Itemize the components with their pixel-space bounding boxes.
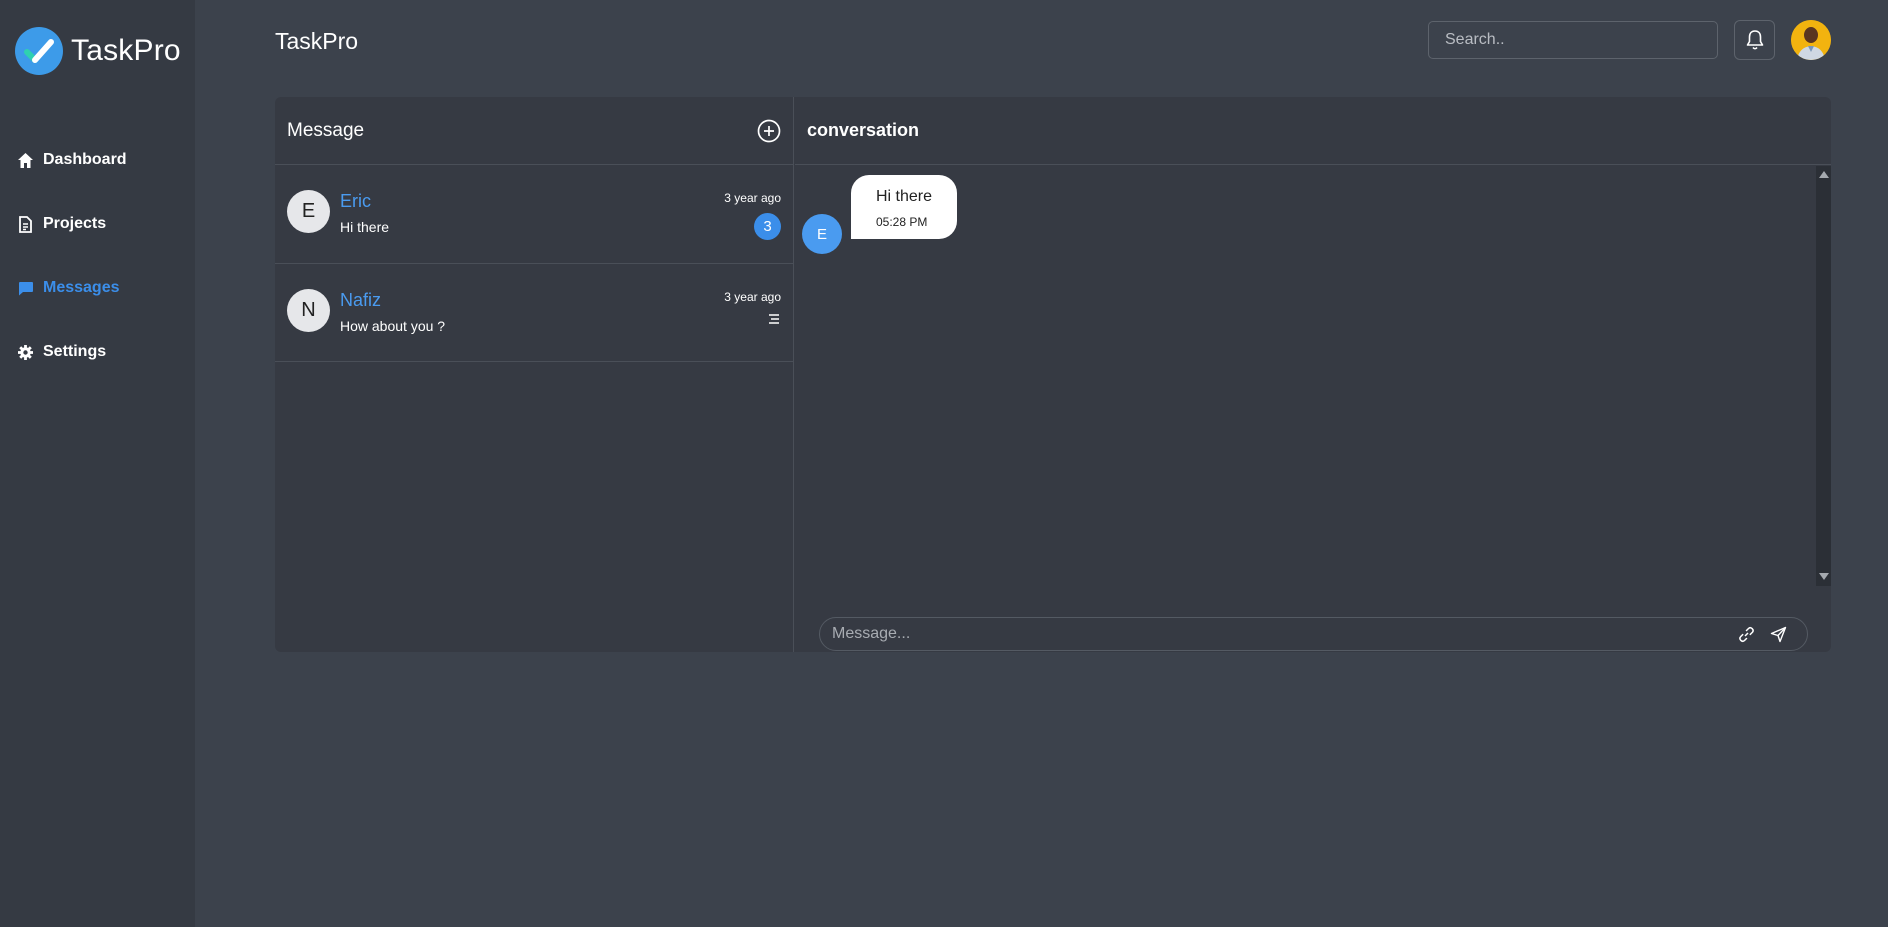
message-timestamp: 05:28 PM [876, 215, 928, 229]
contact-avatar: E [287, 190, 330, 233]
sidebar-nav: Dashboard Projects Messages Settings [0, 128, 195, 384]
conversation-list-header: Message [275, 97, 793, 165]
contact-avatar: N [287, 289, 330, 332]
sidebar-item-label: Dashboard [43, 151, 127, 168]
search-input[interactable] [1428, 21, 1718, 59]
message-preview: Hi there [340, 219, 390, 235]
sidebar: TaskPro Dashboard Projects Messages Sett… [0, 0, 195, 927]
message-time: 3 year ago [724, 290, 781, 304]
messages-panel: Message E Eric Hi there 3 year ago 3 N N… [275, 97, 1831, 652]
user-avatar[interactable] [1791, 20, 1831, 60]
document-icon [17, 215, 34, 233]
notification-button[interactable] [1734, 20, 1775, 60]
conversation-header: conversation [795, 97, 1831, 165]
plus-circle-icon[interactable] [757, 119, 781, 143]
message-bubble: Hi there 05:28 PM [851, 175, 957, 239]
gear-icon [17, 344, 34, 361]
contact-name: Nafiz [340, 290, 382, 310]
sidebar-item-messages[interactable]: Messages [0, 256, 195, 320]
thread-scrollbar[interactable] [1816, 166, 1831, 586]
message-time: 3 year ago [724, 191, 781, 205]
message-input[interactable] [832, 618, 1712, 650]
sidebar-item-dashboard[interactable]: Dashboard [0, 128, 195, 192]
unread-badge: 3 [754, 213, 781, 240]
conversation-item-eric[interactable]: E Eric Hi there 3 year ago 3 [275, 165, 793, 264]
checkmark-logo-icon [15, 27, 63, 75]
scroll-up-arrow-icon[interactable] [1819, 171, 1829, 178]
read-lines-icon [767, 312, 781, 326]
page-title: TaskPro [275, 28, 359, 54]
send-icon[interactable] [1770, 626, 1787, 643]
sidebar-item-label: Projects [43, 215, 107, 232]
conversation-list-pane: Message E Eric Hi there 3 year ago 3 N N… [275, 97, 794, 652]
message-thread[interactable]: E Hi there 05:28 PM [795, 166, 1831, 586]
sidebar-item-label: Settings [43, 343, 107, 360]
message-preview: How about you ? [340, 318, 446, 334]
bell-icon [1745, 29, 1765, 51]
sidebar-item-projects[interactable]: Projects [0, 192, 195, 256]
message-compose [819, 617, 1808, 651]
chat-icon [17, 280, 34, 297]
brand[interactable]: TaskPro [15, 27, 181, 75]
contact-name: Eric [340, 191, 371, 211]
brand-name: TaskPro [71, 34, 181, 67]
conversation-pane: conversation E Hi there 05:28 PM [795, 97, 1831, 652]
conversation-item-nafiz[interactable]: N Nafiz How about you ? 3 year ago [275, 264, 793, 362]
sidebar-item-label: Messages [43, 279, 120, 296]
conversation-list-title: Message [287, 119, 365, 141]
conversation-title: conversation [807, 120, 920, 140]
scroll-down-arrow-icon[interactable] [1819, 573, 1829, 580]
link-icon[interactable] [1738, 626, 1755, 643]
message-text: Hi there [876, 188, 933, 205]
sender-avatar: E [802, 214, 842, 254]
sidebar-item-settings[interactable]: Settings [0, 320, 195, 384]
home-icon [17, 152, 34, 169]
